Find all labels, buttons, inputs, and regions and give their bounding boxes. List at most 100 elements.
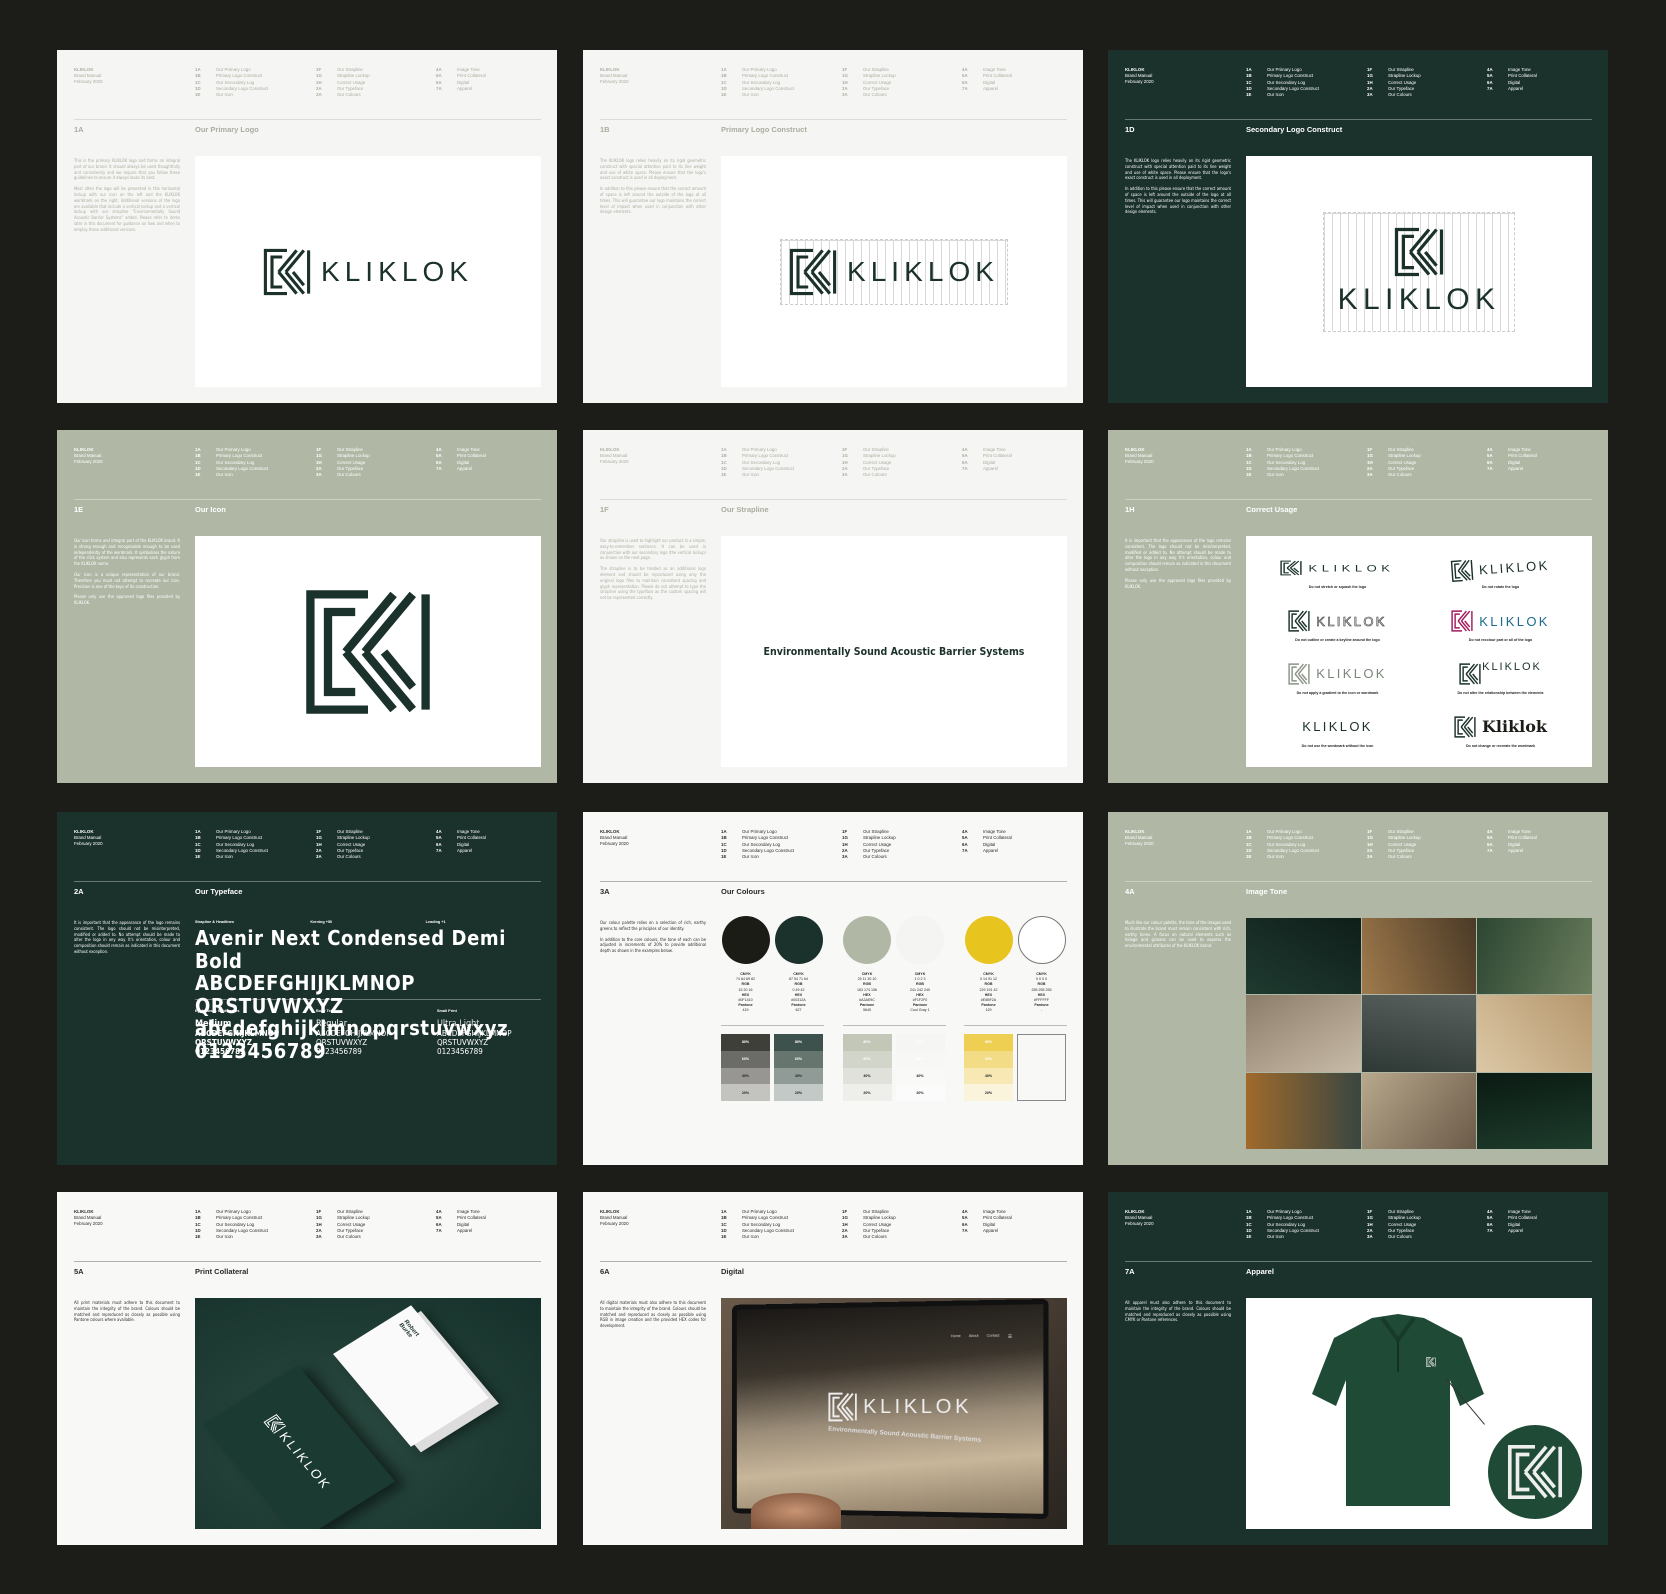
usage-icon (1459, 663, 1481, 685)
colour-circle (775, 916, 823, 964)
tint-20: 20% (843, 1084, 892, 1101)
section-body: Our strapline is used to highlight our p… (600, 538, 706, 606)
spec-value: 5645 (857, 1008, 877, 1013)
nav-item[interactable]: 7A Apparel (962, 848, 1012, 854)
nav-item[interactable]: 1E Our Icon (721, 1234, 794, 1240)
content-panel: KLIKLOK (195, 156, 541, 387)
website-nav-link[interactable]: Home (951, 1334, 961, 1341)
typeface-sample-upper1: ABCDEFGHIJKLMNOP (195, 972, 541, 995)
nav-item[interactable]: 1E Our Icon (195, 1234, 268, 1240)
brand-name: KLIKLOK (74, 67, 94, 72)
website-nav-link[interactable]: Contact (987, 1334, 1000, 1341)
nav-column: 1F Our Strapline 1G Strapline Lockup 1H Corre… (842, 1209, 896, 1240)
nav-code: 7A (1487, 848, 1508, 854)
nav-code: 3A (842, 92, 863, 98)
nav-item[interactable]: 3A Our Colours (1367, 854, 1421, 860)
nav-item[interactable]: 3A Our Colours (842, 854, 896, 860)
tint-stack: 80% 60% 40% 20% (896, 1034, 945, 1101)
usage-icon (1454, 716, 1476, 738)
body-paragraph: Our icon forms and integral part of the … (74, 538, 180, 567)
nav-column: 1A Our Primary Logo 1B Primary Logo Constru… (721, 67, 794, 98)
nav-item[interactable]: 7A Apparel (962, 1228, 1012, 1234)
brand-name: KLIKLOK (600, 67, 620, 72)
image-tile (1246, 918, 1361, 994)
image-tile (1246, 995, 1361, 1071)
nav-item[interactable]: 1E Our Icon (1246, 1234, 1319, 1240)
nav-label: Our Icon (742, 854, 759, 860)
nav-item[interactable]: 1E Our Icon (1246, 472, 1319, 478)
brand-name: KLIKLOK (600, 829, 620, 834)
nav-item[interactable]: 7A Apparel (1487, 1228, 1537, 1234)
nav-item[interactable]: 1E Our Icon (721, 92, 794, 98)
nav-code: 1E (721, 472, 742, 478)
usage-icon (1451, 559, 1474, 582)
nav-label: Our Colours (337, 92, 361, 98)
colour-swatch: CMYK 25 11 30 10 RGB 163 174 156 HEX #A3AE9C P… (843, 916, 892, 1018)
body-paragraph: It is important that the appearance of t… (74, 920, 180, 955)
nav-item[interactable]: 7A Apparel (1487, 86, 1537, 92)
nav-item[interactable]: 3A Our Colours (1367, 92, 1421, 98)
nav-item[interactable]: 1E Our Icon (195, 92, 268, 98)
nav-column: 4A Image Tone 5A Print Collateral 6A Digital 7… (436, 829, 486, 854)
nav-column: 1A Our Primary Logo 1B Primary Logo Constru… (1246, 1209, 1319, 1240)
nav-item[interactable]: 7A Apparel (962, 466, 1012, 472)
nav-item[interactable]: 1E Our Icon (721, 472, 794, 478)
brand-block: KLIKLOK Brand Manual February 2020 (74, 447, 103, 465)
section-body: Much like our colour palette, the tone o… (1125, 920, 1231, 954)
colour-specs: CMYK 0 14 91 12 RGB 229 191 42 HEX #E5BF2A Pan… (980, 972, 998, 1018)
nav-item[interactable]: 7A Apparel (962, 86, 1012, 92)
section-title: Correct Usage (1246, 505, 1297, 514)
section-id: 5A (74, 1267, 84, 1276)
nav-item[interactable]: 3A Our Colours (316, 92, 370, 98)
nav-item[interactable]: 7A Apparel (1487, 466, 1537, 472)
body-paragraph: The strapline is to be treated as an add… (600, 566, 706, 601)
section-id: 1B (600, 125, 610, 134)
page-1e: KLIKLOK Brand Manual February 2020 1A Our Pr… (57, 430, 557, 783)
nav-label: Our Colours (337, 854, 361, 860)
nav-item[interactable]: 3A Our Colours (842, 472, 896, 478)
weight-label: Body Text (316, 1009, 437, 1013)
nav-column: 4A Image Tone 5A Print Collateral 6A Digital 7… (436, 447, 486, 472)
brand-date: February 2020 (74, 459, 103, 465)
nav-item[interactable]: 1E Our Icon (1246, 854, 1319, 860)
header-divider (74, 119, 541, 120)
nav-item[interactable]: 3A Our Colours (1367, 1234, 1421, 1240)
usage-logo: KLIKLOK (1451, 608, 1550, 634)
brand-block: KLIKLOK Brand Manual February 2020 (74, 1209, 103, 1227)
hamburger-menu-icon[interactable]: ≡ (1008, 1333, 1012, 1340)
nav-column: 1A Our Primary Logo 1B Primary Logo Constru… (1246, 829, 1319, 860)
colour-swatch: CMYK 1 0 2 3 RGB 241 242 240 HEX #F1F2F0 Panto… (896, 916, 945, 1018)
nav-column: 4A Image Tone 5A Print Collateral 6A Digital 7… (962, 67, 1012, 92)
section-id: 1H (1125, 505, 1135, 514)
body-paragraph: Much like our colour palette, the tone o… (1125, 920, 1231, 949)
nav-code: 1E (721, 854, 742, 860)
website-nav-link[interactable]: About (969, 1334, 979, 1341)
nav-item[interactable]: 1E Our Icon (1246, 92, 1319, 98)
nav-item[interactable]: 3A Our Colours (316, 1234, 370, 1240)
nav-item[interactable]: 7A Apparel (436, 466, 486, 472)
nav-item[interactable]: 3A Our Colours (316, 854, 370, 860)
nav-item[interactable]: 1E Our Icon (195, 854, 268, 860)
body-paragraph: Please only use the approved logo files … (1125, 578, 1231, 590)
colour-swatch: CMYK 74 64 69 82 RGB 15 20 16 HEX #0F1410 Pant… (721, 916, 770, 1018)
nav-item[interactable]: 1E Our Icon (195, 472, 268, 478)
nav-item[interactable]: 7A Apparel (436, 86, 486, 92)
usage-caption: Do not apply a gradient to the icon or w… (1297, 691, 1379, 695)
tint-stack: 80% 60% 40% 20% (843, 1034, 892, 1101)
brand-block: KLIKLOK Brand Manual February 2020 (1125, 67, 1154, 85)
tint-40: 40% (843, 1068, 892, 1085)
nav-item[interactable]: 3A Our Colours (842, 92, 896, 98)
nav-item[interactable]: 3A Our Colours (1367, 472, 1421, 478)
typeface-weight: Eyebrows & Subheaders Medium ABCDEFGHIJKLM… (195, 1009, 316, 1056)
nav-item[interactable]: 3A Our Colours (842, 1234, 896, 1240)
nav-item[interactable]: 1E Our Icon (721, 854, 794, 860)
brand-block: KLIKLOK Brand Manual February 2020 (74, 829, 103, 847)
nav-item[interactable]: 7A Apparel (436, 848, 486, 854)
tint-60: 60% (843, 1051, 892, 1068)
wordmark: KLIKLOK (1316, 666, 1387, 681)
nav-item[interactable]: 7A Apparel (1487, 848, 1537, 854)
nav-item[interactable]: 3A Our Colours (316, 472, 370, 478)
nav-code: 3A (316, 1234, 337, 1240)
nav-code: 7A (962, 466, 983, 472)
nav-item[interactable]: 7A Apparel (436, 1228, 486, 1234)
